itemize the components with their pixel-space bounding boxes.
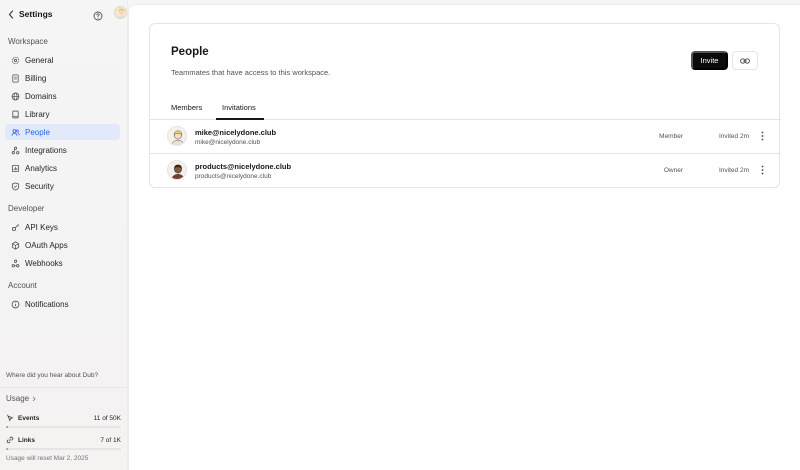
- invite-status: Invited 2m: [719, 167, 749, 174]
- sidebar-item-label: Notifications: [25, 299, 69, 309]
- link-icon: [740, 57, 750, 64]
- key-icon: [10, 222, 20, 232]
- sidebar-item-label: Billing: [25, 73, 47, 83]
- users-icon: [10, 127, 20, 137]
- sidebar-item-notifications[interactable]: Notifications: [5, 296, 120, 312]
- invitation-row: mike@nicelydone.club mike@nicelydone.clu…: [150, 120, 781, 154]
- receipt-icon: [10, 73, 20, 83]
- shield-icon: [10, 181, 20, 191]
- section-developer: Developer: [8, 204, 45, 213]
- sidebar-item-integrations[interactable]: Integrations: [5, 142, 120, 158]
- invite-email-secondary: mike@nicelydone.club: [195, 139, 261, 146]
- usage-title-label: Usage: [6, 394, 30, 403]
- sidebar-item-label: OAuth Apps: [25, 240, 68, 250]
- people-tabs: Members Invitations: [150, 101, 781, 120]
- usage-events: Events 11 of 50K: [6, 412, 121, 424]
- more-options-icon[interactable]: [758, 164, 766, 176]
- sidebar-item-billing[interactable]: Billing: [5, 70, 120, 86]
- webhook-icon: [10, 258, 20, 268]
- people-card: People Teammates that have access to thi…: [149, 23, 781, 188]
- invite-email: products@nicelydone.club: [195, 162, 292, 171]
- sidebar-item-label: Library: [25, 109, 50, 119]
- sidebar-title: Settings: [19, 9, 53, 19]
- sidebar-item-label: Security: [25, 181, 54, 191]
- sidebar-item-library[interactable]: Library: [5, 106, 120, 122]
- sidebar-item-label: Integrations: [25, 145, 67, 155]
- usage-links-count: 7 of 1K: [100, 436, 121, 444]
- invite-link-button[interactable]: [732, 51, 758, 70]
- integrations-icon: [10, 145, 20, 155]
- usage-links-bar: [6, 448, 121, 450]
- sidebar-item-api-keys[interactable]: API Keys: [5, 219, 120, 235]
- sidebar-item-analytics[interactable]: Analytics: [5, 160, 120, 176]
- sidebar-item-label: General: [25, 55, 54, 65]
- invite-email-secondary: products@nicelydone.club: [195, 173, 272, 180]
- page-title: People: [171, 46, 209, 58]
- usage-links-label: Links: [18, 436, 35, 444]
- link-icon: [6, 436, 14, 444]
- chart-icon: [10, 163, 20, 173]
- user-avatar[interactable]: [114, 6, 127, 19]
- referral-prompt[interactable]: Where did you hear about Dub?: [6, 372, 98, 379]
- tab-members[interactable]: Members: [171, 103, 202, 112]
- section-workspace: Workspace: [8, 37, 48, 46]
- sidebar-item-label: API Keys: [25, 222, 58, 232]
- sidebar-item-people[interactable]: People: [5, 124, 120, 140]
- invitation-row: products@nicelydone.club products@nicely…: [150, 154, 781, 188]
- avatar: [167, 126, 187, 146]
- tab-invitations[interactable]: Invitations: [222, 103, 256, 112]
- main-content: People Teammates that have access to thi…: [128, 4, 800, 470]
- cube-icon: [10, 240, 20, 250]
- usage-reset-text: Usage will reset Mar 2, 2025: [6, 455, 89, 462]
- sidebar-item-webhooks[interactable]: Webhooks: [5, 255, 120, 271]
- sidebar-item-label: Analytics: [25, 163, 58, 173]
- help-icon[interactable]: [93, 8, 103, 21]
- section-account: Account: [8, 281, 37, 290]
- back-chevron-icon[interactable]: [6, 7, 16, 21]
- gear-icon: [10, 55, 20, 65]
- sidebar: Settings Workspace General Billing Domai…: [0, 0, 128, 470]
- usage-events-count: 11 of 50K: [93, 414, 121, 422]
- invite-email: mike@nicelydone.club: [195, 128, 277, 137]
- more-options-icon[interactable]: [758, 130, 766, 142]
- sidebar-item-domains[interactable]: Domains: [5, 88, 120, 104]
- usage-events-label: Events: [18, 414, 40, 422]
- cursor-click-icon: [6, 414, 14, 422]
- usage-title[interactable]: Usage: [6, 394, 36, 403]
- page-subtitle: Teammates that have access to this works…: [171, 68, 331, 77]
- sidebar-item-general[interactable]: General: [5, 52, 120, 68]
- sidebar-item-label: Webhooks: [25, 258, 63, 268]
- usage-links: Links 7 of 1K: [6, 434, 121, 446]
- globe-icon: [10, 91, 20, 101]
- info-icon: [10, 299, 20, 309]
- invite-status: Invited 2m: [719, 133, 749, 140]
- invite-role: Owner: [663, 167, 683, 174]
- usage-events-fill: [6, 426, 8, 428]
- avatar: [167, 160, 187, 180]
- book-icon: [10, 109, 20, 119]
- sidebar-item-label: Domains: [25, 91, 57, 101]
- usage-events-bar: [6, 426, 121, 428]
- sidebar-item-label: People: [25, 127, 50, 137]
- sidebar-header: Settings: [6, 6, 127, 22]
- invite-button[interactable]: Invite: [691, 51, 728, 70]
- chevron-right-icon: [32, 396, 36, 402]
- invite-role: Member: [659, 133, 683, 140]
- sidebar-item-oauth-apps[interactable]: OAuth Apps: [5, 237, 120, 253]
- usage-links-fill: [6, 448, 8, 450]
- divider: [0, 387, 128, 388]
- sidebar-item-security[interactable]: Security: [5, 178, 120, 194]
